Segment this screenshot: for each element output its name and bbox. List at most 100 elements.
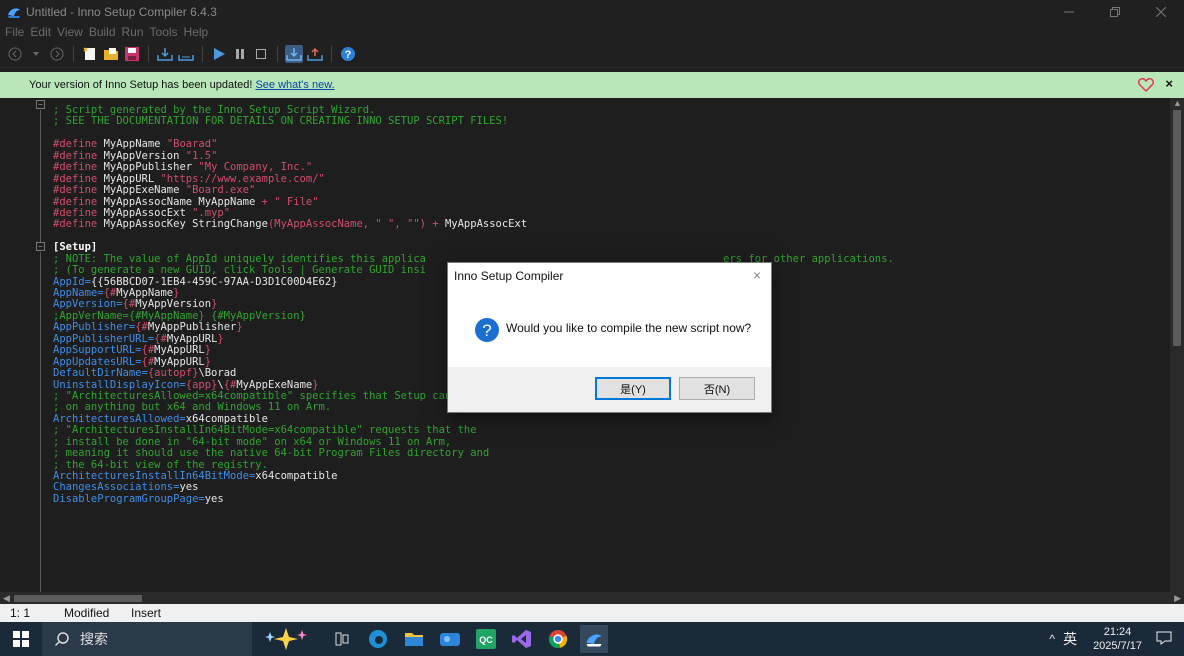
- menu-bar: File Edit View Build Run Tools Help: [0, 24, 1184, 40]
- new-button[interactable]: [81, 45, 99, 63]
- menu-build[interactable]: Build: [86, 25, 119, 39]
- visual-studio-button[interactable]: [508, 625, 536, 653]
- minimize-button[interactable]: [1046, 0, 1092, 24]
- run-button[interactable]: [210, 45, 228, 63]
- chrome-browser-button[interactable]: [544, 625, 572, 653]
- stop-compile-button[interactable]: [177, 45, 195, 63]
- code-token: #define: [53, 218, 98, 231]
- start-button[interactable]: [0, 622, 42, 656]
- dropdown-button[interactable]: [27, 45, 45, 63]
- code-token: \Borad: [198, 367, 237, 380]
- sparkle-widget[interactable]: [258, 625, 314, 653]
- menu-help[interactable]: Help: [181, 25, 212, 39]
- code-token: ; on anything but x64 and Windows 11 on …: [53, 401, 332, 414]
- forward-button[interactable]: [48, 45, 66, 63]
- menu-edit[interactable]: Edit: [27, 25, 54, 39]
- terminate-button[interactable]: [252, 45, 270, 63]
- scroll-up-icon[interactable]: ▲: [1173, 98, 1182, 108]
- code-token: AppPublisherURL=: [53, 332, 155, 345]
- code-token: AppName=: [53, 287, 104, 299]
- code-token: AppVersion=: [53, 298, 123, 311]
- code-token: MyAppAssocKey StringChange: [97, 218, 268, 231]
- vertical-scrollbar[interactable]: ▲: [1170, 98, 1184, 592]
- fold-toggle[interactable]: −: [36, 100, 45, 109]
- chevron-up-icon[interactable]: ^: [1049, 632, 1055, 646]
- horizontal-scroll-thumb[interactable]: [14, 595, 142, 602]
- code-token: MyAppURL: [97, 172, 161, 185]
- code-token: ".myp": [192, 206, 231, 219]
- code-token: AppUpdatesURL=: [53, 355, 142, 368]
- qc-app-button[interactable]: QC: [472, 625, 500, 653]
- help-button[interactable]: ?: [339, 45, 357, 63]
- code-token: ; (To generate a new GUID, click Tools |…: [53, 264, 426, 277]
- code-token: UninstallDisplayIcon=: [53, 378, 186, 391]
- fold-line: [40, 252, 41, 592]
- code-token: MyAppVersion: [135, 298, 212, 311]
- compile-button[interactable]: [156, 45, 174, 63]
- tray-icon: [178, 54, 194, 61]
- close-notification-button[interactable]: ×: [1165, 76, 1173, 91]
- update-notification-bar: Your version of Inno Setup has been upda…: [0, 72, 1184, 98]
- code-token: {app}: [185, 378, 218, 391]
- file-explorer-button[interactable]: [400, 625, 428, 653]
- taskbar-search[interactable]: 搜索: [42, 622, 252, 656]
- inno-setup-taskbar-button[interactable]: [580, 625, 608, 653]
- target-setup-button[interactable]: [285, 44, 303, 63]
- yes-button[interactable]: 是(Y): [595, 377, 671, 400]
- edge-icon: [369, 630, 387, 648]
- target-uninstall-button[interactable]: [306, 45, 324, 63]
- folder-icon: [405, 633, 423, 646]
- pause-button[interactable]: [231, 45, 249, 63]
- heart-icon[interactable]: [1138, 77, 1154, 92]
- restore-icon: [1110, 7, 1120, 17]
- code-token: {#: [141, 355, 155, 368]
- vertical-scroll-thumb[interactable]: [1173, 110, 1181, 346]
- code-line: #define MyAppAssocKey StringChange(MyApp…: [53, 219, 894, 230]
- svg-text:?: ?: [345, 49, 352, 61]
- code-token: }: [211, 298, 218, 311]
- code-token: MyAppExeName: [97, 184, 186, 197]
- menu-file[interactable]: File: [2, 25, 27, 39]
- code-token: MyAppPublisher: [97, 161, 199, 174]
- code-token: DisableProgramGroupPage=: [53, 492, 205, 505]
- task-view-button[interactable]: [328, 625, 356, 653]
- horizontal-scrollbar[interactable]: ◀ ▶: [0, 592, 1184, 604]
- chevron-down-icon: [33, 51, 39, 56]
- uninstall-target-icon: [307, 47, 323, 61]
- edge-browser-button[interactable]: [364, 625, 392, 653]
- ime-indicator[interactable]: 英: [1063, 629, 1077, 649]
- windows-logo-icon: [13, 631, 29, 647]
- code-token: AppPublisher=: [53, 321, 136, 334]
- no-button[interactable]: 否(N): [679, 377, 755, 400]
- notification-center-button[interactable]: [1156, 630, 1172, 649]
- scroll-right-icon[interactable]: ▶: [1174, 593, 1181, 604]
- vscode-like-icon: [440, 633, 460, 646]
- restore-button[interactable]: [1092, 0, 1138, 24]
- code-token: "My Company, Inc.": [198, 161, 313, 174]
- cursor-position: 1: 1: [10, 606, 31, 620]
- dialog-message: Would you like to compile the new script…: [506, 321, 752, 335]
- vs-code-button[interactable]: [436, 625, 464, 653]
- menu-view[interactable]: View: [54, 25, 86, 39]
- menu-run[interactable]: Run: [119, 25, 147, 39]
- open-button[interactable]: [102, 45, 120, 63]
- code-token: {{56BBCD07-1EB4-459C-97AA-D3D1C00D4E62}: [90, 275, 338, 288]
- code-token: ; "ArchitecturesAllowed=x64compatible" s…: [53, 389, 496, 402]
- menu-tools[interactable]: Tools: [147, 25, 181, 39]
- code-token: AppSupportURL=: [53, 344, 142, 357]
- back-button[interactable]: [6, 45, 24, 63]
- help-icon: ?: [341, 46, 355, 61]
- clock[interactable]: 21:24 2025/7/17: [1093, 625, 1142, 653]
- scroll-left-icon[interactable]: ◀: [3, 593, 10, 604]
- search-icon: [54, 632, 69, 647]
- code-token: #define: [53, 206, 98, 219]
- toolbar: ?: [0, 40, 1184, 68]
- code-token: ; Script generated by the Inno Setup Scr…: [53, 104, 376, 116]
- dialog-close-button[interactable]: ×: [753, 267, 761, 283]
- save-button[interactable]: [123, 45, 141, 63]
- fold-toggle[interactable]: −: [36, 242, 45, 251]
- title-bar[interactable]: Untitled - Inno Setup Compiler 6.4.3: [0, 0, 1184, 24]
- code-token: MyAppURL: [166, 332, 218, 345]
- close-window-button[interactable]: [1138, 0, 1184, 24]
- see-whats-new-link[interactable]: See what's new.: [255, 79, 334, 91]
